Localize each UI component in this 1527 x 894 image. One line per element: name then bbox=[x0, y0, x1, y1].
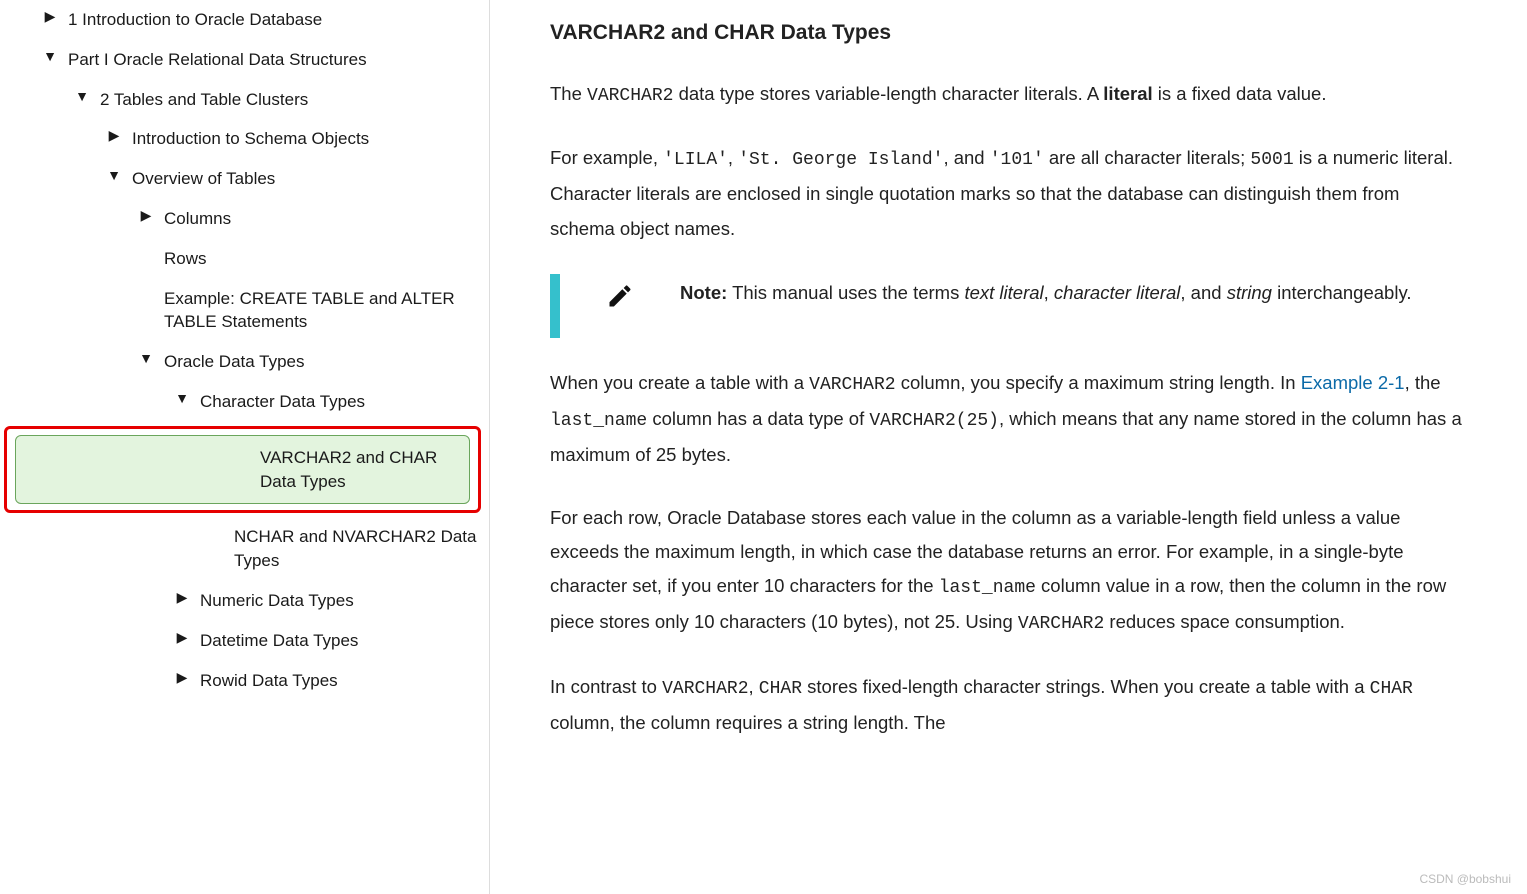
sidebar-item[interactable]: ▶ Introduction to Schema Objects bbox=[0, 119, 489, 159]
sidebar-item[interactable]: ▼ 2 Tables and Table Clusters bbox=[0, 80, 489, 120]
sidebar-item-label: Introduction to Schema Objects bbox=[132, 127, 481, 151]
sidebar-item-label: Numeric Data Types bbox=[200, 589, 481, 613]
code-varchar2: VARCHAR2 bbox=[587, 86, 673, 106]
chevron-down-icon[interactable]: ▼ bbox=[40, 48, 60, 64]
sidebar-item[interactable]: ▶ Rowid Data Types bbox=[0, 661, 489, 701]
sidebar-item-label: Example: CREATE TABLE and ALTER TABLE St… bbox=[164, 287, 481, 335]
chevron-right-icon[interactable]: ▶ bbox=[104, 127, 124, 144]
chevron-down-icon[interactable]: ▼ bbox=[172, 390, 192, 406]
sidebar-item[interactable]: ▶NCHAR and NVARCHAR2 Data Types bbox=[0, 517, 489, 581]
watermark: CSDN @bobshui bbox=[1419, 872, 1511, 886]
note-accent-bar bbox=[550, 274, 560, 338]
main-content: VARCHAR2 and CHAR Data Types The VARCHAR… bbox=[490, 0, 1527, 894]
chevron-right-icon[interactable]: ▶ bbox=[172, 629, 192, 646]
sidebar-item[interactable]: VARCHAR2 and CHAR Data Types bbox=[15, 435, 470, 505]
sidebar-item-label: Rows bbox=[164, 247, 481, 271]
chevron-right-icon[interactable]: ▶ bbox=[136, 207, 156, 224]
paragraph-5: In contrast to VARCHAR2, CHAR stores fix… bbox=[550, 670, 1467, 741]
sidebar-nav: ▶ 1 Introduction to Oracle Database ▼ Part … bbox=[0, 0, 490, 894]
chevron-down-icon[interactable]: ▼ bbox=[72, 88, 92, 104]
pencil-icon bbox=[560, 274, 680, 310]
sidebar-item[interactable]: ▼ Overview of Tables bbox=[0, 159, 489, 199]
paragraph-4: For each row, Oracle Database stores eac… bbox=[550, 501, 1467, 642]
sidebar-item-label: Character Data Types bbox=[200, 390, 481, 414]
paragraph-3: When you create a table with a VARCHAR2 … bbox=[550, 366, 1467, 473]
note-text: Note: This manual uses the terms text li… bbox=[680, 274, 1467, 309]
sidebar-item-label: Datetime Data Types bbox=[200, 629, 481, 653]
chevron-right-icon[interactable]: ▶ bbox=[172, 589, 192, 606]
sidebar-item[interactable]: ▼ Part I Oracle Relational Data Structure… bbox=[0, 40, 489, 80]
chevron-right-icon[interactable]: ▶ bbox=[172, 669, 192, 686]
sidebar-item[interactable]: ▶Example: CREATE TABLE and ALTER TABLE S… bbox=[0, 279, 489, 343]
paragraph-2: For example, 'LILA', 'St. George Island'… bbox=[550, 141, 1467, 246]
sidebar-item-label: Overview of Tables bbox=[132, 167, 481, 191]
sidebar-item[interactable]: ▼ Character Data Types bbox=[0, 382, 489, 422]
sidebar-item-label: Columns bbox=[164, 207, 481, 231]
sidebar-item-label: NCHAR and NVARCHAR2 Data Types bbox=[234, 525, 481, 573]
page-title: VARCHAR2 and CHAR Data Types bbox=[550, 14, 1467, 53]
sidebar-item-label: 2 Tables and Table Clusters bbox=[100, 88, 481, 112]
sidebar-item[interactable]: ▼ Oracle Data Types bbox=[0, 342, 489, 382]
sidebar-item[interactable]: ▶Rows bbox=[0, 239, 489, 279]
sidebar-item-label: Oracle Data Types bbox=[164, 350, 481, 374]
sidebar-item[interactable]: ▶ Columns bbox=[0, 199, 489, 239]
sidebar-item-selected-highlight: VARCHAR2 and CHAR Data Types bbox=[4, 426, 481, 514]
sidebar-item-label: 1 Introduction to Oracle Database bbox=[68, 8, 481, 32]
sidebar-item-label: Rowid Data Types bbox=[200, 669, 481, 693]
sidebar-item[interactable]: ▶ Datetime Data Types bbox=[0, 621, 489, 661]
sidebar-item-label: Part I Oracle Relational Data Structures bbox=[68, 48, 481, 72]
sidebar-item[interactable]: ▶ Numeric Data Types bbox=[0, 581, 489, 621]
note-callout: Note: This manual uses the terms text li… bbox=[550, 274, 1467, 338]
chevron-down-icon[interactable]: ▼ bbox=[104, 167, 124, 183]
term-literal: literal bbox=[1103, 83, 1152, 104]
sidebar-item[interactable]: ▶ 1 Introduction to Oracle Database bbox=[0, 0, 489, 40]
chevron-down-icon[interactable]: ▼ bbox=[136, 350, 156, 366]
chevron-right-icon[interactable]: ▶ bbox=[40, 8, 60, 25]
paragraph-1: The VARCHAR2 data type stores variable-l… bbox=[550, 77, 1467, 113]
example-link[interactable]: Example 2-1 bbox=[1301, 372, 1405, 393]
